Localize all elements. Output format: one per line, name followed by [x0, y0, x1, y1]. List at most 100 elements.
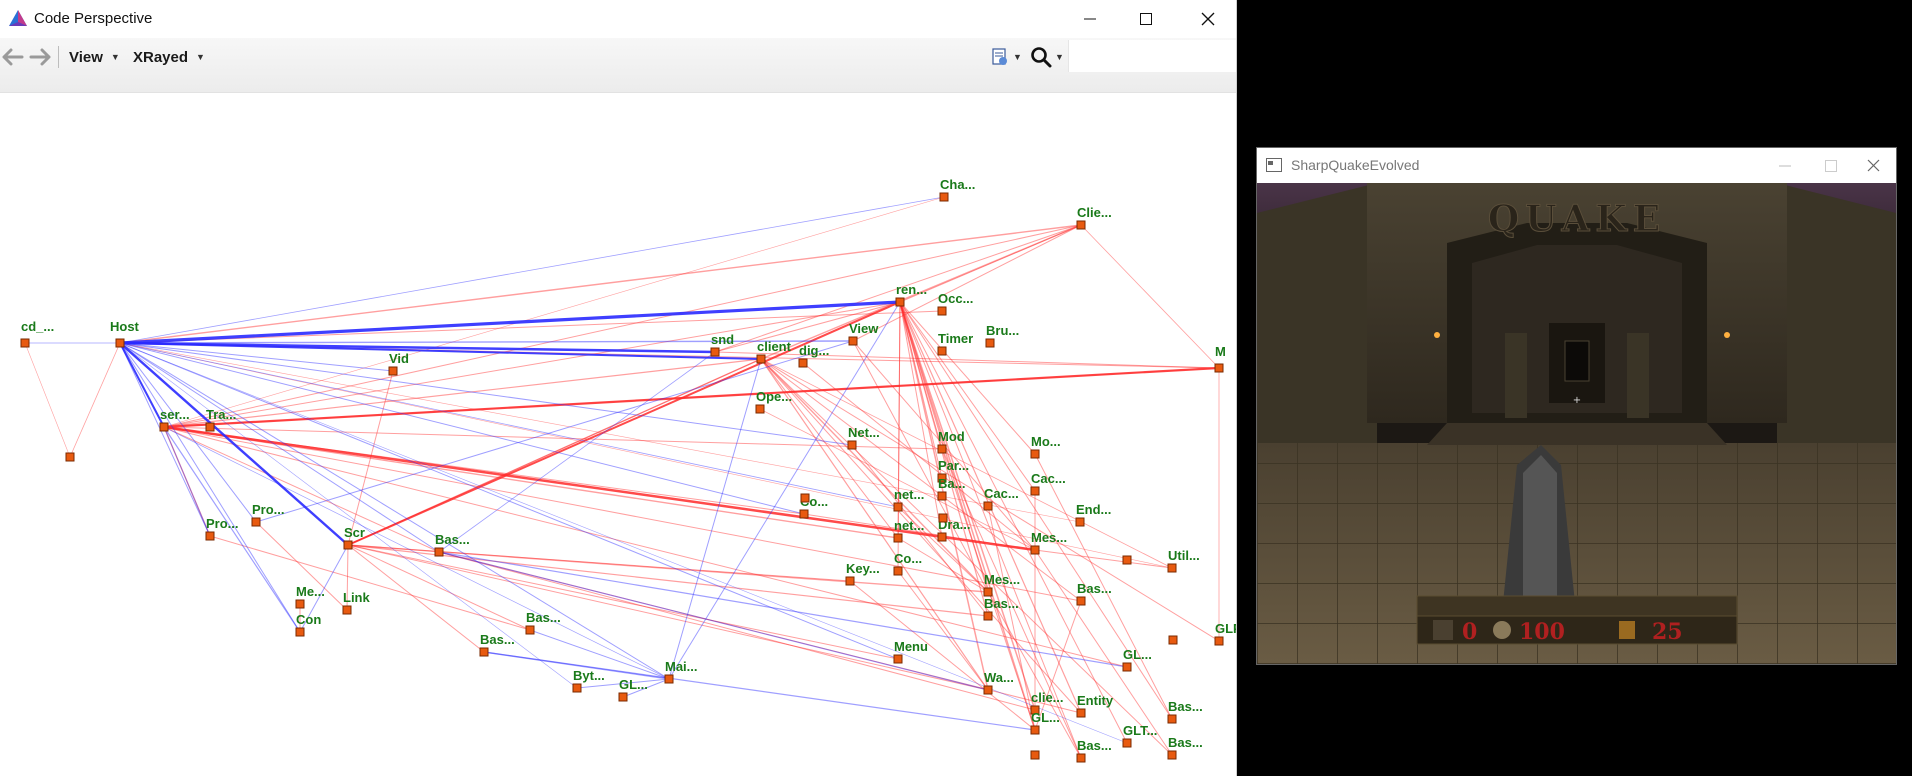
right-wall	[1777, 183, 1896, 463]
code-perspective-app-icon	[9, 10, 27, 26]
graph-node-mes2[interactable]: Mes...	[983, 572, 1020, 597]
graph-node-bas2[interactable]: Bas...	[525, 610, 561, 635]
graph-node-byt[interactable]: Byt...	[572, 668, 605, 693]
graph-node-label: Net...	[848, 425, 880, 440]
back-button[interactable]	[0, 44, 26, 70]
graph-node-unl6[interactable]	[1030, 750, 1040, 760]
graph-node-cha[interactable]: Cha...	[939, 177, 975, 202]
minimize-button[interactable]	[1062, 0, 1118, 38]
dependency-edge	[24, 342, 71, 458]
graph-node-box	[799, 509, 809, 519]
graph-node-box	[798, 358, 808, 368]
graph-node-occ[interactable]: Occ...	[937, 291, 973, 316]
graph-node-client[interactable]: client	[756, 339, 792, 364]
graph-node-menu[interactable]: Menu	[893, 639, 928, 664]
graph-node-me[interactable]: Me...	[295, 584, 325, 609]
graph-node-bru[interactable]: Bru...	[985, 323, 1019, 348]
graph-node-entity[interactable]: Entity	[1076, 693, 1114, 718]
graph-node-label: cd_...	[21, 319, 54, 334]
graph-node-bas4[interactable]: Bas...	[1076, 581, 1112, 606]
graph-node-box	[1030, 449, 1040, 459]
maximize-icon	[1825, 159, 1837, 172]
graph-node-wa[interactable]: Wa...	[983, 670, 1014, 695]
graph-node-label: Ope...	[756, 389, 792, 404]
graph-node-bas8[interactable]: Bas...	[1076, 738, 1112, 763]
graph-node-label: Bru...	[986, 323, 1019, 338]
sharpquake-titlebar[interactable]: SharpQuakeEvolved	[1257, 148, 1896, 183]
graph-node-label: Cac...	[1031, 471, 1066, 486]
graph-node-ren[interactable]: ren...	[895, 282, 927, 307]
sharpquake-maximize-button[interactable]	[1807, 148, 1855, 183]
view-menu[interactable]: View ▼	[69, 46, 120, 68]
graph-node-box	[895, 297, 905, 307]
graph-node-mod[interactable]: Mod	[937, 429, 965, 454]
graph-node-box	[1168, 635, 1178, 645]
graph-node-ope[interactable]: Ope...	[755, 389, 792, 414]
armor-icon	[1433, 620, 1453, 640]
graph-node-box	[115, 338, 125, 348]
graph-node-glt[interactable]: GLT...	[1122, 723, 1157, 748]
titlebar[interactable]: Code Perspective	[0, 0, 1236, 38]
graph-node-key[interactable]: Key...	[845, 561, 880, 586]
search-input[interactable]	[1068, 40, 1236, 72]
graph-node-box	[1076, 708, 1086, 718]
graph-node-label: Bas...	[435, 532, 470, 547]
graph-node-m[interactable]: M	[1214, 344, 1226, 373]
graph-node-net3[interactable]: net...	[893, 518, 924, 543]
graph-node-unl1[interactable]	[65, 452, 75, 462]
graph-node-box	[937, 346, 947, 356]
sharpquake-close-button[interactable]	[1849, 148, 1896, 183]
search-dropdown-button[interactable]: ▼	[1030, 44, 1064, 70]
graph-node-net2[interactable]: net...	[893, 487, 924, 512]
graph-node-gl1[interactable]: GL...	[618, 677, 648, 702]
graph-node-box	[937, 491, 947, 501]
dependency-graph-canvas[interactable]: cd_... Host Vid ser... Tra... Pro... Pro... Scr…	[0, 93, 1236, 776]
sharpquake-minimize-button[interactable]	[1761, 148, 1809, 183]
arrow-left-icon	[2, 48, 24, 66]
graph-node-label: GL...	[619, 677, 648, 692]
graph-node-timer[interactable]: Timer	[937, 331, 973, 356]
graph-node-con[interactable]: Con	[295, 612, 321, 637]
graph-node-unl4[interactable]	[800, 493, 810, 503]
graph-node-gl2[interactable]: GL...	[1122, 647, 1152, 672]
options-dropdown-button[interactable]: ▼	[990, 44, 1022, 70]
graph-node-unl2[interactable]	[1122, 555, 1132, 565]
graph-node-label: Pro...	[252, 502, 285, 517]
graph-node-mo[interactable]: Mo...	[1030, 434, 1061, 459]
sharpquake-window-title: SharpQuakeEvolved	[1291, 157, 1420, 173]
graph-node-pro2[interactable]: Pro...	[251, 502, 285, 527]
graph-node-end[interactable]: End...	[1075, 502, 1111, 527]
document-settings-icon	[992, 48, 1007, 65]
graph-node-unl3[interactable]	[1168, 635, 1178, 645]
graph-node-view[interactable]: View	[848, 321, 879, 346]
graph-node-bas3[interactable]: Bas...	[479, 632, 515, 657]
forward-button[interactable]	[27, 44, 53, 70]
graph-node-glp[interactable]: GLP...	[1214, 621, 1236, 646]
graph-node-box	[1030, 486, 1040, 496]
graph-node-cac2[interactable]: Cac...	[1030, 471, 1066, 496]
graph-node-box	[342, 605, 352, 615]
floor-step	[1427, 423, 1727, 445]
graph-node-util[interactable]: Util...	[1167, 548, 1200, 573]
graph-node-clie[interactable]: Clie...	[1076, 205, 1112, 230]
xrayed-menu[interactable]: XRayed ▼	[133, 46, 205, 68]
graph-node-unl5[interactable]	[938, 513, 948, 523]
graph-node-gl3[interactable]: GL...	[1030, 710, 1060, 735]
graph-node-label: net...	[894, 487, 924, 502]
graph-node-label: ser...	[160, 407, 190, 422]
dependency-graph[interactable]: cd_... Host Vid ser... Tra... Pro... Pro... Scr…	[0, 93, 1236, 776]
graph-node-label: Bas...	[1077, 738, 1112, 753]
graph-node-link[interactable]: Link	[342, 590, 370, 615]
graph-node-bas6[interactable]: Bas...	[1167, 699, 1203, 724]
graph-node-pro1[interactable]: Pro...	[205, 516, 239, 541]
close-button[interactable]	[1180, 0, 1236, 38]
game-viewport[interactable]: QUAKE + 0 100 25	[1257, 183, 1896, 664]
pillar-left	[1505, 333, 1527, 418]
graph-node-box	[1167, 714, 1177, 724]
graph-node-co2[interactable]: Co...	[893, 551, 922, 576]
maximize-button[interactable]	[1118, 0, 1174, 38]
graph-node-vid[interactable]: Vid	[388, 351, 409, 376]
xrayed-menu-label: XRayed	[133, 48, 189, 66]
graph-node-bas7[interactable]: Bas...	[1167, 735, 1203, 760]
graph-node-dig[interactable]: dig...	[798, 343, 829, 368]
